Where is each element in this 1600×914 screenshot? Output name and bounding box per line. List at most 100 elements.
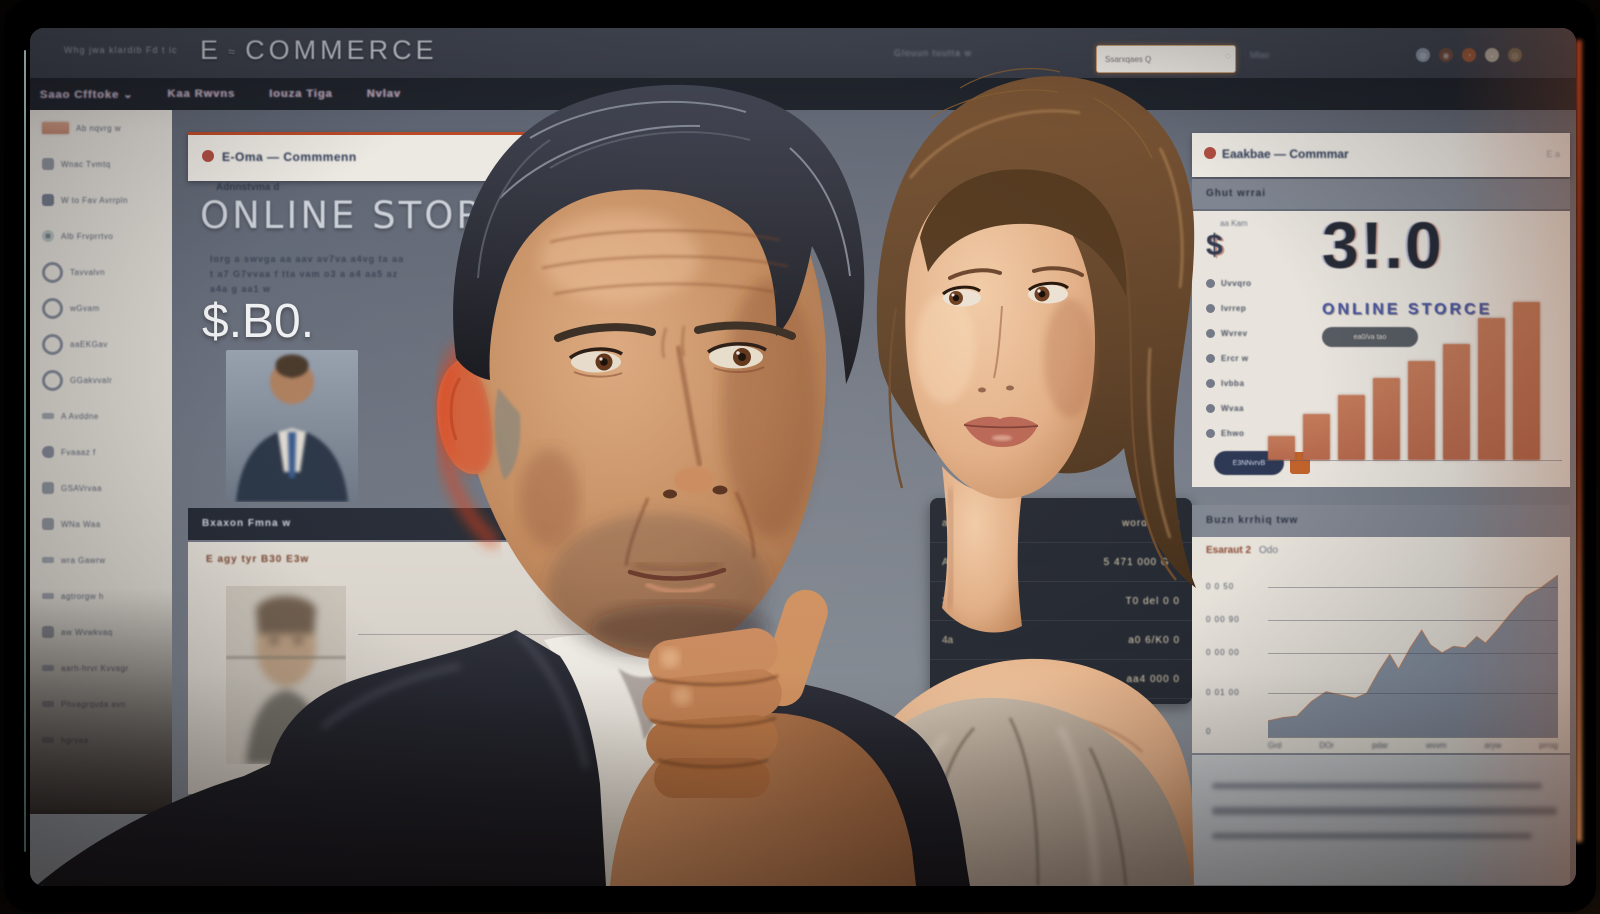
chart-title: Esaraut 2 (1206, 545, 1251, 556)
nav-item[interactable]: Kaa Rwvns (168, 88, 236, 100)
sidebar-item[interactable]: Alb Frvprrtvo (30, 218, 172, 254)
row-value: aa4 000 0 (1127, 674, 1181, 685)
sidebar-item[interactable]: W to Fav Avrrpln (30, 182, 172, 218)
right-panel-header-card: Eaakbae — Commmar E a (1192, 133, 1570, 177)
sidebar-item[interactable]: A Avddne (30, 398, 172, 434)
x-axis-label: aryw (1484, 741, 1501, 750)
bezel-edge-glow-right (1576, 40, 1582, 842)
stats-menu: Uvvqro Ivrrep WvrevErcr wIvbbaWvaa Ehwo (1206, 271, 1252, 446)
logo-dot-icon (202, 150, 214, 162)
stats-menu-label: Ehwo (1221, 429, 1244, 438)
stats-menu-item[interactable]: Wvaa (1206, 396, 1252, 421)
left-paragraph: Iorg a swvga aa aav av7va a4vg ta aat a7… (210, 252, 404, 297)
sidebar-item[interactable]: Wnac Tvmtq (30, 146, 172, 182)
nav-item[interactable]: Iouza Tiga (269, 88, 333, 100)
row-label: A00 :1 (942, 557, 971, 568)
sidebar-item-label: GSAVrvaa (61, 484, 102, 493)
chat-icon[interactable]: ◍ (1416, 48, 1430, 62)
wave-icon (42, 413, 54, 419)
swirl-icon[interactable]: ◔ (1462, 48, 1476, 62)
left-kicker: Adnnstvma d (216, 182, 279, 193)
table-row: 4aa0 6/K0 0 (930, 621, 1192, 660)
sidebar-item-label: A Avddne (61, 412, 99, 421)
area-chart-heading: Esaraut 2Odo (1206, 545, 1278, 556)
sidebar-item-label: Alb Frvprrtvo (61, 232, 113, 241)
x-axis-labels: GrdDOrpdarwvvmarywprrog (1268, 741, 1558, 750)
stats-menu-item[interactable]: Wvrev (1206, 321, 1252, 346)
table-row: A00 :15 471 000 G 0 (930, 543, 1192, 582)
blurred-text-line (1212, 807, 1557, 815)
stats-menu-item[interactable]: Ercr w (1206, 346, 1252, 371)
brand-name: COMMERCE (245, 35, 438, 65)
table-row: aa4 000 0 (930, 660, 1192, 699)
suit-photo-thumbnail[interactable] (226, 350, 358, 502)
top-header-bar: Whg jwa klardib Fd t ic E≈COMMERCE Glouu… (30, 28, 1576, 78)
stats-menu-item[interactable]: Ivrrep (1206, 296, 1252, 321)
bar (1478, 318, 1505, 460)
x-axis-label: pdar (1372, 741, 1388, 750)
sidebar-item[interactable]: Tavvalvn (30, 254, 172, 290)
stats-menu-item[interactable]: Uvvqro (1206, 271, 1252, 296)
eye-icon[interactable]: ◒ (1485, 48, 1499, 62)
x-axis-label: prrog (1539, 741, 1558, 750)
row-value: word O9a0 (1122, 518, 1180, 529)
nav-item[interactable]: Saao Cfftoke ⌄ (40, 88, 134, 101)
online-store-headline: ONLINE STORE (200, 194, 511, 237)
sidebar-item[interactable]: wra Gawrw (30, 542, 172, 578)
y-axis-label: 0 01 00 (1206, 688, 1240, 697)
bar-icon (42, 122, 69, 134)
coin-icon[interactable]: ◉ (1439, 48, 1453, 62)
sidebar-item[interactable]: Ab nqvrg w (30, 110, 172, 146)
bullet-icon (1206, 329, 1215, 338)
search-icon: ◌ (1225, 51, 1231, 62)
ring-icon (42, 262, 63, 283)
search-input[interactable] (1103, 49, 1217, 69)
stats-menu-label: Ivrrep (1221, 304, 1246, 313)
row-label: aG1 .a0 (942, 518, 978, 529)
search-box[interactable]: ◌ (1096, 45, 1236, 73)
sidebar-item[interactable]: wGvam (30, 290, 172, 326)
sidebar-item-label: Fvaaaz f (61, 448, 96, 457)
nav-item[interactable]: Nvlav (367, 88, 401, 100)
sidebar-item-label: GGakvvalr (70, 376, 112, 385)
stats-menu-item[interactable]: Ivbba (1206, 371, 1252, 396)
x-axis-label: DOr (1319, 741, 1334, 750)
sidebar-item[interactable]: GSAVrvaa (30, 470, 172, 506)
grid-line (1268, 653, 1558, 654)
header-side-text: Glouun tuutta w (894, 48, 972, 58)
sidebar-shadow-fade (30, 588, 172, 814)
sidebar-item-label: wra Gawrw (61, 556, 106, 565)
stats-menu-item[interactable]: Ehwo (1206, 421, 1252, 446)
sidebar-item[interactable]: GGakvvalr (30, 362, 172, 398)
x-axis-label: Grd (1268, 741, 1281, 750)
y-axis-label: 0 (1206, 727, 1211, 736)
bar (1408, 361, 1435, 460)
bullet-icon (1206, 354, 1215, 363)
y-axis-label: 0 00 00 (1206, 648, 1240, 657)
paragraph-line: t a7 G7vvaa f tta vam o3 a a4 aa5 az (210, 267, 404, 282)
left-lower-card: E agy tyr B30 E3w (188, 542, 636, 794)
ring-icon (42, 370, 63, 391)
tag-icon (42, 446, 54, 458)
chip-icon (42, 158, 54, 170)
man-jacket-right (714, 676, 970, 886)
bar (1443, 344, 1470, 460)
strip2-label: Buzn krrhiq tww (1206, 515, 1298, 526)
stats-kicker: aa Kam (1220, 219, 1248, 228)
bezel-edge-highlight-left (24, 50, 26, 852)
left-card-title: E-Oma — Commmenn (222, 150, 357, 164)
badge-icon[interactable]: ◎ (1508, 48, 1522, 62)
woman-eyebrows (950, 268, 1082, 278)
sidebar-item-label: WNa Waa (61, 520, 101, 529)
sidebar-item-label: Tavvalvn (70, 268, 105, 277)
row-label: 4a (942, 635, 953, 646)
sidebar-item[interactable]: aaEKGav (30, 326, 172, 362)
bar (1303, 414, 1330, 460)
right-section-strip-1: Ghut wrrai (1192, 179, 1570, 209)
sidebar-item[interactable]: WNa Waa (30, 506, 172, 542)
brand-title: E≈COMMERCE (200, 35, 438, 66)
woman-figure (836, 69, 1196, 886)
chip-icon (42, 518, 54, 530)
row-label: 33.0 (942, 596, 961, 607)
sidebar-item[interactable]: Fvaaaz f (30, 434, 172, 470)
